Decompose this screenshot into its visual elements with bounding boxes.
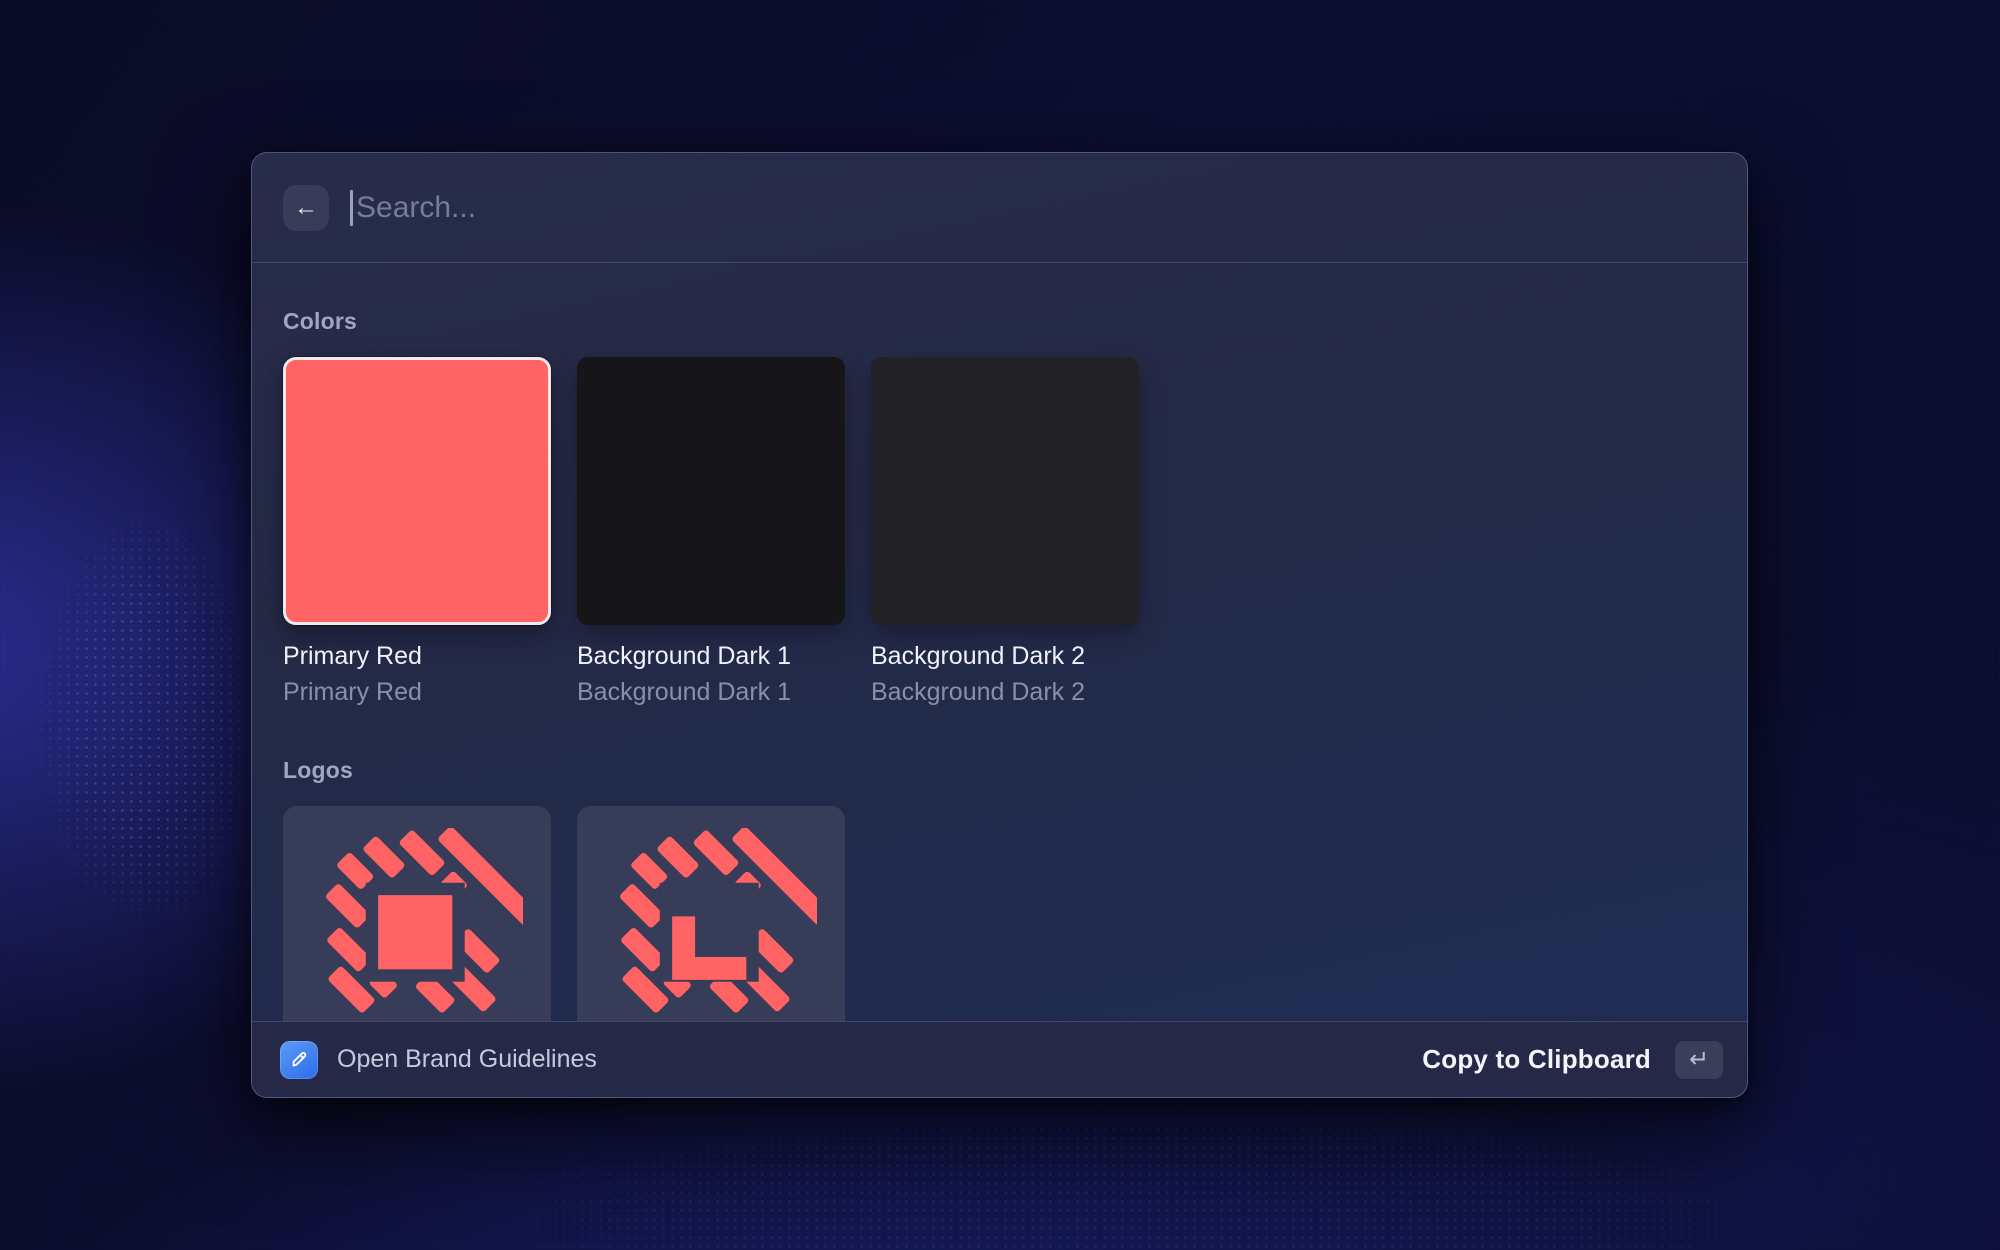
pencil-icon — [286, 1047, 312, 1073]
open-brand-guidelines-label: Open Brand Guidelines — [337, 1045, 597, 1074]
action-bar: Open Brand Guidelines Copy to Clipboard … — [252, 1021, 1747, 1097]
arrow-left-icon: ← — [294, 185, 318, 231]
color-swatch-primary-red[interactable] — [283, 357, 551, 625]
enter-keycap: ↵ — [1675, 1041, 1723, 1079]
color-subtitle: Primary Red — [283, 677, 551, 708]
text-caret — [350, 190, 353, 226]
color-swatch-background-dark-1[interactable] — [577, 357, 845, 625]
logos-section-heading: Logos — [283, 756, 1716, 784]
color-title: Background Dark 2 — [871, 641, 1139, 672]
brand-guidelines-app-icon — [280, 1041, 318, 1079]
command-palette-window: ← Colors Primary Red Primary Red Backgro… — [251, 152, 1748, 1098]
background-dots-texture — [380, 1080, 1880, 1250]
back-button[interactable]: ← — [283, 185, 329, 231]
color-item-primary-red[interactable]: Primary Red Primary Red — [283, 357, 551, 708]
color-swatch-row: Primary Red Primary Red Background Dark … — [283, 357, 1716, 708]
color-title: Primary Red — [283, 641, 551, 672]
color-subtitle: Background Dark 1 — [577, 677, 845, 708]
color-item-background-dark-2[interactable]: Background Dark 2 Background Dark 2 — [871, 357, 1139, 708]
search-input-wrap — [350, 191, 1716, 225]
search-input[interactable] — [350, 191, 1716, 225]
logo-tile-row — [283, 806, 1716, 1021]
brand-logo-filled-square-icon — [311, 828, 523, 1021]
copy-to-clipboard-label: Copy to Clipboard — [1422, 1044, 1651, 1075]
map-dots-texture — [28, 500, 268, 940]
copy-to-clipboard-button[interactable]: Copy to Clipboard ↵ — [1422, 1041, 1723, 1079]
logo-item-2[interactable] — [577, 806, 845, 1021]
return-icon: ↵ — [1689, 1045, 1709, 1074]
color-title: Background Dark 1 — [577, 641, 845, 672]
brand-logo-outline-square-icon — [605, 828, 817, 1021]
logo-item-1[interactable] — [283, 806, 551, 1021]
color-item-background-dark-1[interactable]: Background Dark 1 Background Dark 1 — [577, 357, 845, 708]
color-swatch-background-dark-2[interactable] — [871, 357, 1139, 625]
colors-section: Colors Primary Red Primary Red Backgroun… — [283, 307, 1716, 708]
logos-section: Logos — [283, 756, 1716, 1021]
open-brand-guidelines-action[interactable]: Open Brand Guidelines — [280, 1041, 597, 1079]
colors-section-heading: Colors — [283, 307, 1716, 335]
color-subtitle: Background Dark 2 — [871, 677, 1139, 708]
search-bar: ← — [252, 153, 1747, 263]
results-area: Colors Primary Red Primary Red Backgroun… — [252, 263, 1747, 1021]
